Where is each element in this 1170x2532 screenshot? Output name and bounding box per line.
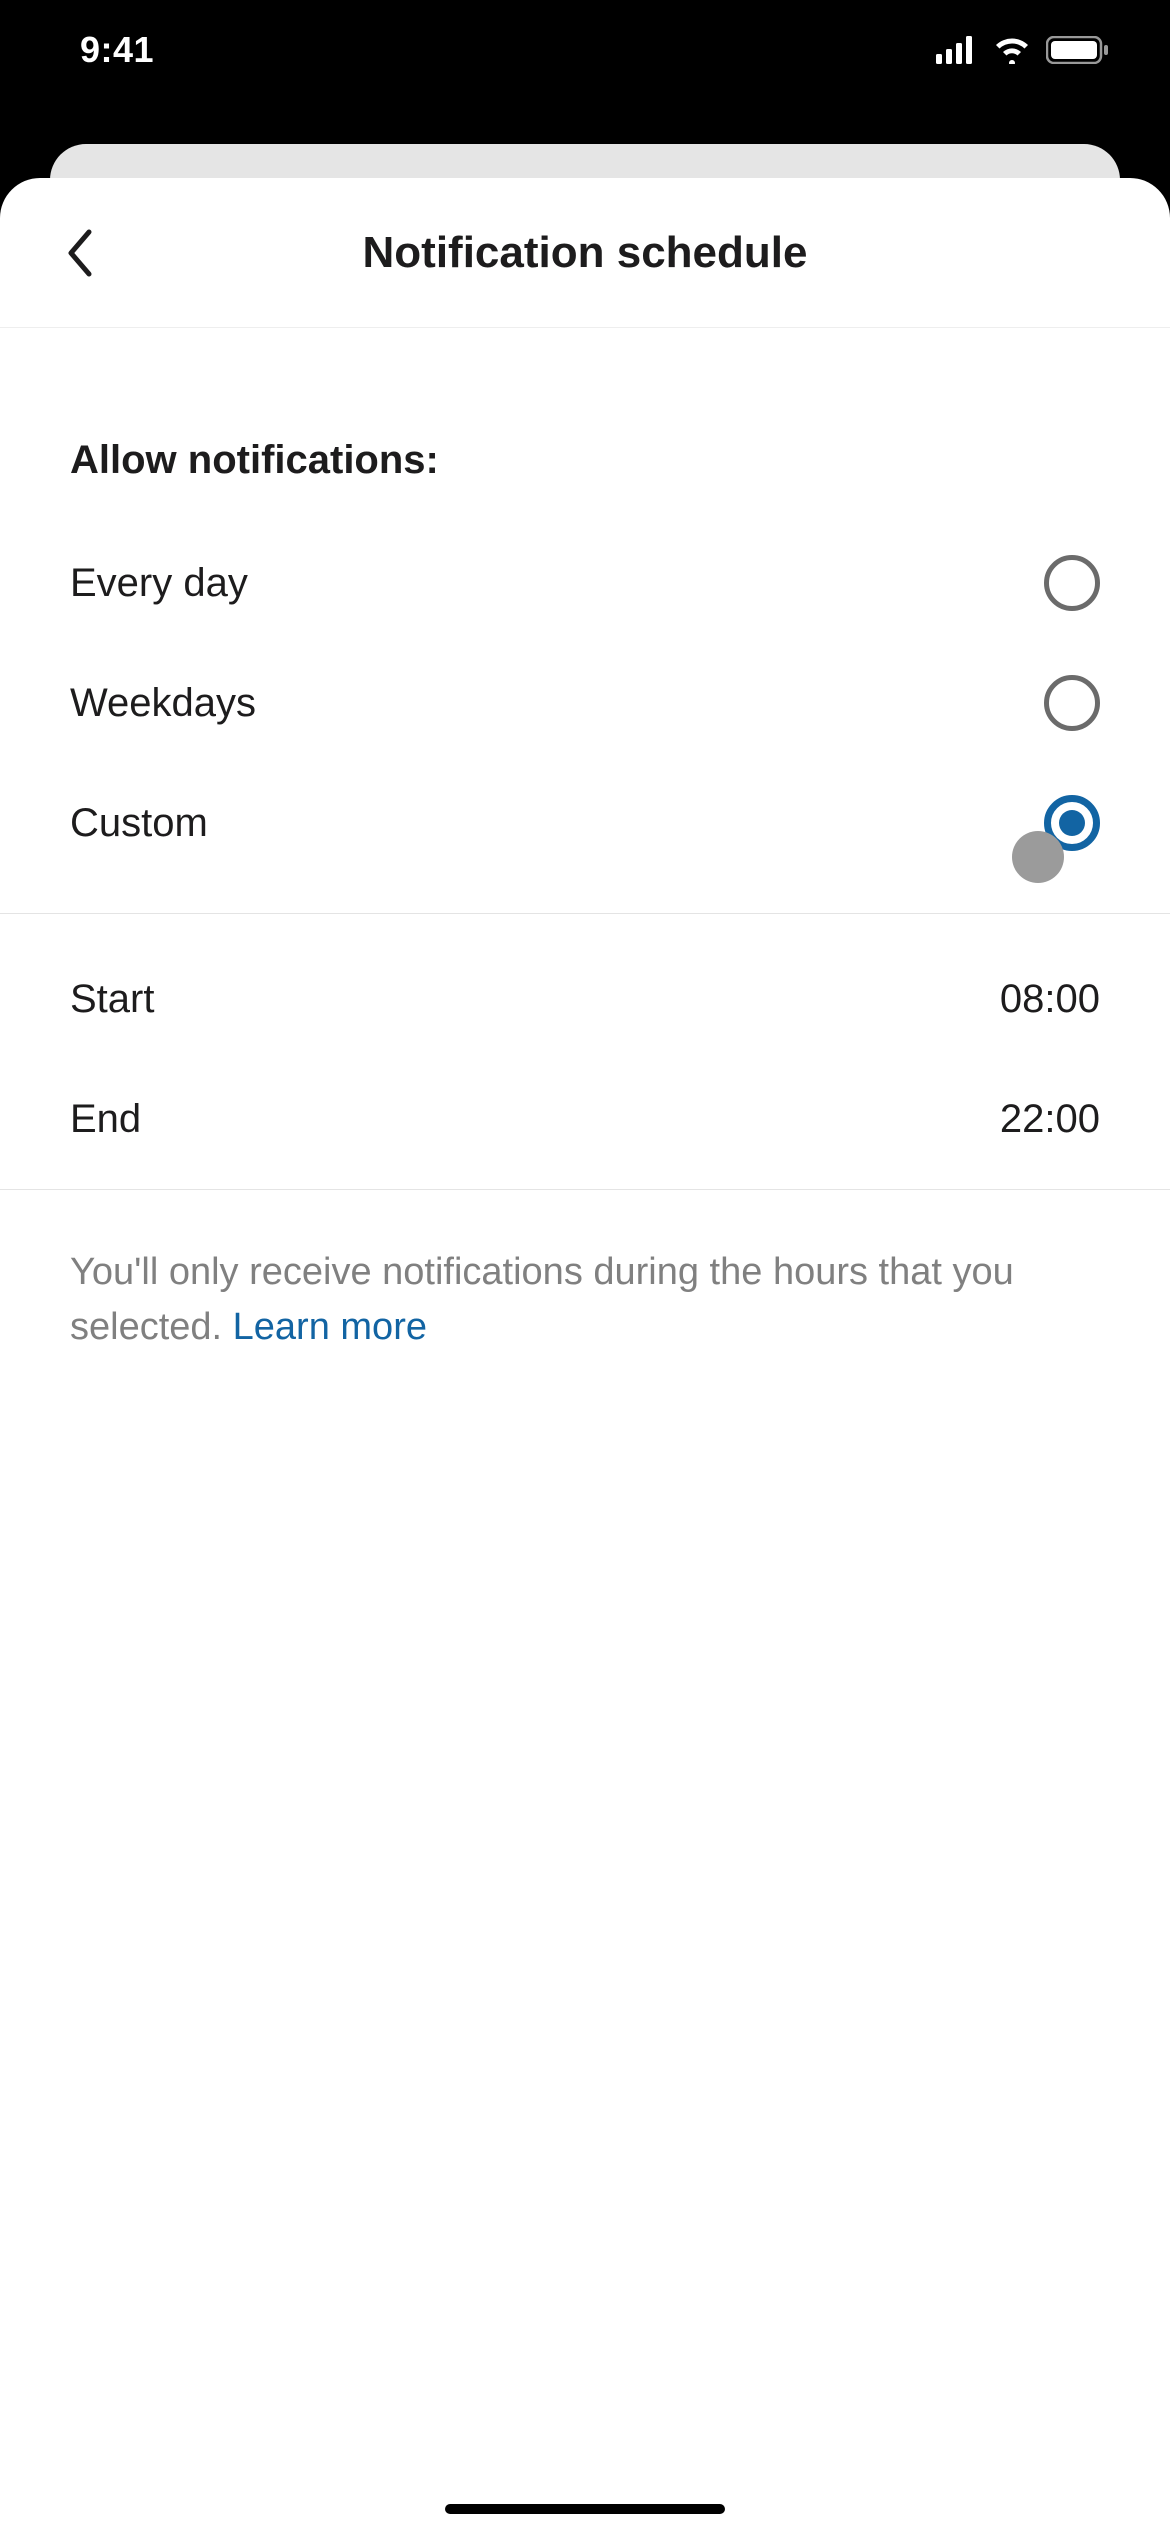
battery-icon — [1046, 36, 1110, 64]
option-label: Weekdays — [70, 681, 256, 726]
radio-icon — [1044, 675, 1100, 731]
option-label: Every day — [70, 561, 248, 606]
status-icons — [936, 36, 1110, 64]
chevron-left-icon — [64, 228, 96, 278]
start-label: Start — [70, 977, 154, 1022]
start-value: 08:00 — [1000, 977, 1100, 1022]
footer-message: You'll only receive notifications during… — [70, 1251, 1014, 1348]
divider — [0, 1189, 1170, 1190]
nav-header: Notification schedule — [0, 178, 1170, 328]
status-time: 9:41 — [80, 29, 154, 71]
radio-icon — [1044, 795, 1100, 851]
end-label: End — [70, 1097, 141, 1142]
option-label: Custom — [70, 801, 208, 846]
footer-text: You'll only receive notifications during… — [70, 1245, 1100, 1355]
home-indicator[interactable] — [445, 2504, 725, 2514]
option-custom[interactable]: Custom — [70, 763, 1100, 883]
start-time-row[interactable]: Start 08:00 — [70, 939, 1100, 1059]
learn-more-link[interactable]: Learn more — [233, 1306, 427, 1348]
divider — [0, 913, 1170, 914]
page-title: Notification schedule — [363, 228, 808, 278]
status-bar: 9:41 — [0, 0, 1170, 100]
main-sheet: Notification schedule Allow notification… — [0, 178, 1170, 2532]
radio-icon — [1044, 555, 1100, 611]
section-heading: Allow notifications: — [70, 438, 1100, 483]
end-value: 22:00 — [1000, 1097, 1100, 1142]
back-button[interactable] — [50, 223, 110, 283]
option-every-day[interactable]: Every day — [70, 523, 1100, 643]
option-weekdays[interactable]: Weekdays — [70, 643, 1100, 763]
end-time-row[interactable]: End 22:00 — [70, 1059, 1100, 1179]
cellular-icon — [936, 36, 978, 64]
wifi-icon — [992, 36, 1032, 64]
